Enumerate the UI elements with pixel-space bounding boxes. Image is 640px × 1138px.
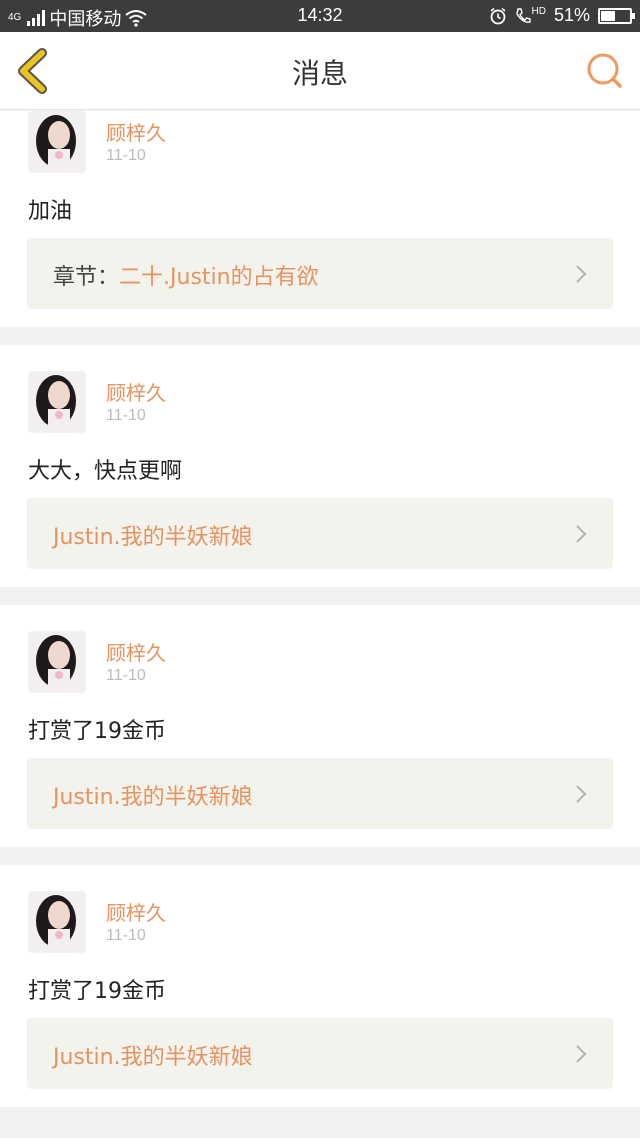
reference-title: Justin.我的半妖新娘 (53, 525, 253, 550)
hd-label: HD (531, 5, 546, 17)
chevron-right-icon (576, 1045, 587, 1063)
page-title: 消息 (291, 57, 348, 90)
message-card: 顾梓久 11-10 大大，快点更啊 Justin.我的半妖新娘 (0, 345, 640, 587)
reference-link[interactable]: Justin.我的半妖新娘 (27, 1018, 613, 1089)
message-card: 顾梓久 11-10 打赏了19金币 Justin.我的半妖新娘 (0, 605, 640, 847)
alarm-icon (490, 7, 506, 24)
message-date: 11-10 (106, 667, 146, 684)
avatar[interactable] (28, 371, 86, 433)
reference-prefix: 章节： (53, 265, 120, 290)
reference-link[interactable]: Justin.我的半妖新娘 (27, 498, 613, 569)
username[interactable]: 顾梓久 (106, 897, 166, 926)
username[interactable]: 顾梓久 (106, 117, 166, 146)
call-icon (515, 7, 531, 23)
message-date: 11-10 (106, 407, 146, 424)
username[interactable]: 顾梓久 (106, 377, 166, 406)
username[interactable]: 顾梓久 (106, 637, 166, 666)
reference-title: 二十.Justin的占有欲 (119, 265, 319, 290)
message-text: 大大，快点更啊 (28, 459, 183, 484)
avatar[interactable] (28, 631, 86, 693)
message-card: 顾梓久 11-10 打赏了19金币 Justin.我的半妖新娘 (0, 865, 640, 1107)
avatar[interactable] (28, 891, 86, 953)
message-card: 顾梓久 11-10 加油 章节：二十.Justin的占有欲 (0, 111, 640, 327)
message-text: 加油 (28, 199, 73, 224)
status-bar: 4G 中国移动 14:32 HD 51% (0, 0, 640, 32)
battery-percent: 51% (553, 5, 590, 25)
message-date: 11-10 (106, 927, 146, 944)
message-text: 打赏了19金币 (28, 719, 166, 744)
avatar[interactable] (28, 111, 86, 173)
chevron-right-icon (576, 525, 587, 543)
battery-icon (598, 7, 635, 24)
search-button[interactable] (586, 52, 624, 90)
battery-fill (601, 10, 616, 21)
reference-title: Justin.我的半妖新娘 (53, 1045, 253, 1070)
reference-link[interactable]: Justin.我的半妖新娘 (27, 758, 613, 829)
chevron-right-icon (576, 785, 587, 803)
message-list[interactable]: 顾梓久 11-10 加油 章节：二十.Justin的占有欲 顾梓久 11-10 … (0, 111, 640, 1138)
message-text: 打赏了19金币 (28, 979, 166, 1004)
message-date: 11-10 (106, 147, 146, 164)
reference-link[interactable]: 章节：二十.Justin的占有欲 (27, 238, 613, 309)
search-icon (587, 53, 622, 88)
reference-title: Justin.我的半妖新娘 (53, 785, 253, 810)
nav-bar: 消息 (0, 32, 640, 110)
chevron-right-icon (576, 265, 587, 283)
